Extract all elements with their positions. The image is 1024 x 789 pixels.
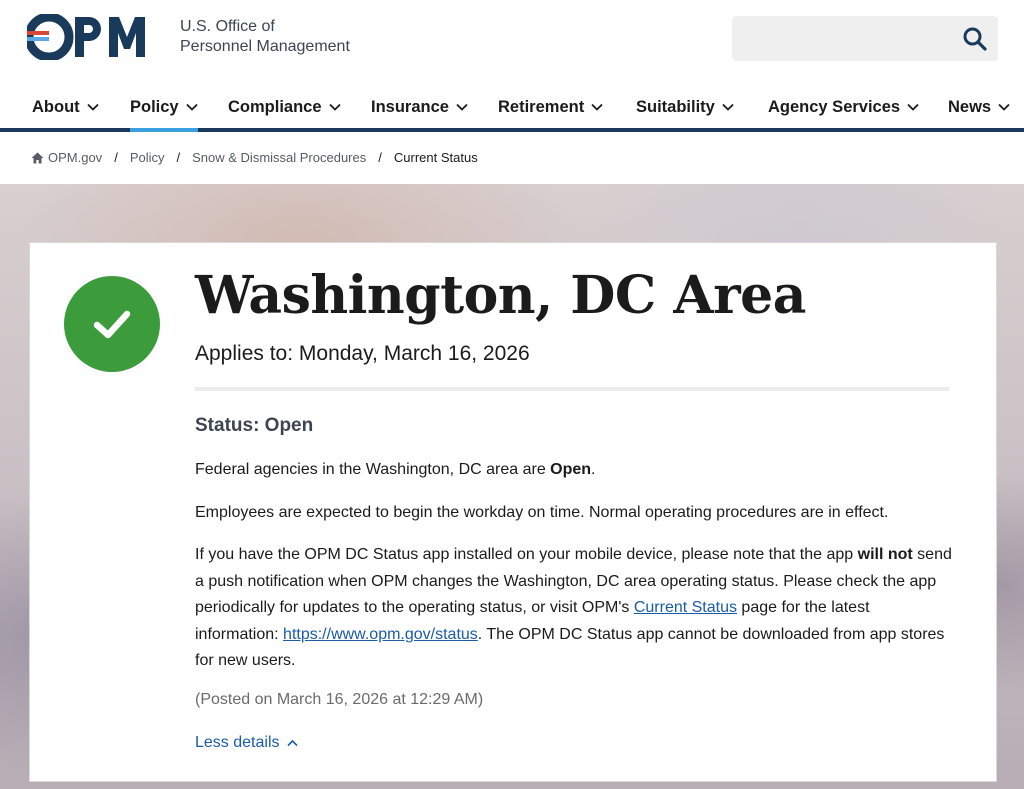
chevron-down-icon bbox=[87, 103, 99, 111]
p3-text-1: If you have the OPM DC Status app instal… bbox=[195, 546, 858, 563]
status-open-badge bbox=[64, 276, 160, 372]
breadcrumb-separator: / bbox=[176, 150, 181, 165]
p1-status-bold: Open bbox=[550, 461, 592, 478]
breadcrumb-separator: / bbox=[114, 150, 118, 165]
agency-name-line2: Personnel Management bbox=[180, 38, 350, 55]
nav-label: Policy bbox=[130, 97, 179, 116]
nav-label: Agency Services bbox=[768, 97, 901, 116]
breadcrumb: OPM.gov / Policy / Snow & Dismissal Proc… bbox=[31, 150, 478, 165]
status-heading: Status: Open bbox=[195, 415, 314, 436]
nav-item-agency-services[interactable]: Agency Services bbox=[768, 86, 919, 128]
p3-bold: will not bbox=[857, 546, 913, 563]
current-status-link[interactable]: Current Status bbox=[634, 599, 737, 616]
less-details-toggle[interactable]: Less details bbox=[195, 734, 298, 752]
search-icon[interactable] bbox=[962, 26, 988, 52]
breadcrumb-separator: / bbox=[378, 150, 382, 165]
status-url-link[interactable]: https://www.opm.gov/status bbox=[283, 626, 478, 643]
p1-end: . bbox=[591, 461, 596, 478]
chevron-down-icon bbox=[456, 103, 468, 111]
breadcrumb-link-home[interactable]: OPM.gov bbox=[48, 150, 102, 165]
search-input[interactable] bbox=[732, 16, 998, 61]
nav-item-about[interactable]: About bbox=[32, 86, 99, 128]
status-paragraph-3: If you have the OPM DC Status app instal… bbox=[195, 542, 955, 675]
nav-label: Insurance bbox=[371, 97, 449, 116]
nav-item-compliance[interactable]: Compliance bbox=[228, 86, 341, 128]
posted-timestamp: (Posted on March 16, 2026 at 12:29 AM) bbox=[195, 691, 484, 708]
opm-logo-mark bbox=[27, 14, 145, 60]
applies-date: Applies to: Monday, March 16, 2026 bbox=[195, 342, 530, 365]
nav-label: Suitability bbox=[636, 97, 715, 116]
site-header: U.S. Office of Personnel Management bbox=[0, 0, 1024, 80]
nav-item-suitability[interactable]: Suitability bbox=[636, 86, 734, 128]
breadcrumb-link-policy[interactable]: Policy bbox=[130, 150, 165, 165]
nav-item-retirement[interactable]: Retirement bbox=[498, 86, 603, 128]
nav-item-policy[interactable]: Policy bbox=[130, 86, 198, 132]
nav-label: About bbox=[32, 97, 80, 116]
p1-text: Federal agencies in the Washington, DC a… bbox=[195, 461, 551, 478]
status-card: Washington, DC Area Applies to: Monday, … bbox=[29, 242, 997, 782]
less-details-label: Less details bbox=[195, 734, 280, 751]
agency-name-line1: U.S. Office of bbox=[180, 18, 275, 35]
chevron-up-icon bbox=[286, 739, 298, 747]
nav-label: Retirement bbox=[498, 97, 585, 116]
chevron-down-icon bbox=[722, 103, 734, 111]
chevron-down-icon bbox=[185, 103, 198, 111]
nav-item-news[interactable]: News bbox=[948, 86, 1010, 128]
chevron-down-icon bbox=[998, 103, 1010, 111]
main-nav: About Policy Compliance Insurance Retire… bbox=[0, 86, 1024, 132]
chevron-down-icon bbox=[907, 103, 919, 111]
divider bbox=[195, 387, 949, 391]
page-title: Washington, DC Area bbox=[195, 265, 806, 326]
checkmark-icon bbox=[93, 310, 131, 339]
breadcrumb-link-snow-dismissal[interactable]: Snow & Dismissal Procedures bbox=[192, 150, 366, 165]
chevron-down-icon bbox=[591, 103, 603, 111]
chevron-down-icon bbox=[328, 103, 341, 111]
nav-item-insurance[interactable]: Insurance bbox=[371, 86, 468, 128]
agency-name: U.S. Office of Personnel Management bbox=[180, 17, 350, 57]
nav-label: Compliance bbox=[228, 97, 322, 116]
home-icon bbox=[31, 152, 44, 163]
opm-logo[interactable]: U.S. Office of Personnel Management bbox=[27, 14, 350, 60]
status-paragraph-1: Federal agencies in the Washington, DC a… bbox=[195, 457, 955, 484]
nav-label: News bbox=[948, 97, 992, 116]
status-paragraph-2: Employees are expected to begin the work… bbox=[195, 504, 889, 521]
breadcrumb-current: Current Status bbox=[393, 150, 478, 165]
